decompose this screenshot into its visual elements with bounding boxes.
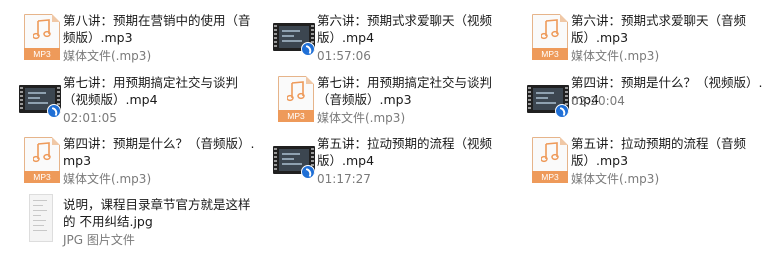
file-type: 媒体文件(.mp3) xyxy=(571,172,660,186)
mp3-file-icon: MP3 xyxy=(17,10,65,62)
mp3-label: MP3 xyxy=(532,48,568,60)
file-type: 媒体文件(.mp3) xyxy=(63,172,152,186)
file-name: 第五讲：拉动预期的流程（音频版）.mp3 xyxy=(571,136,747,168)
file-item[interactable]: 说明，课程目录章节官方就是这样的 不用纠结.jpg JPG 图片文件 xyxy=(17,194,257,250)
file-item[interactable]: MP3 第五讲：拉动预期的流程（音频版）.mp3 媒体文件(.mp3) xyxy=(525,133,765,189)
file-type: 媒体文件(.mp3) xyxy=(317,111,406,125)
mp3-file-icon: MP3 xyxy=(17,133,65,185)
file-item[interactable]: MP3 第四讲：预期是什么？（音频版）.mp3 媒体文件(.mp3) xyxy=(17,133,257,189)
file-name: 第六讲：预期式求爱聊天（音频版）.mp3 xyxy=(571,13,747,45)
file-name: 第五讲：拉动预期的流程（视频版）.mp4 xyxy=(317,136,493,168)
sync-icon xyxy=(555,104,569,118)
sync-icon xyxy=(301,165,315,179)
file-name: 说明，课程目录章节官方就是这样的 不用纠结.jpg xyxy=(63,197,251,229)
video-file-icon xyxy=(271,10,319,62)
file-type: JPG 图片文件 xyxy=(63,233,135,247)
file-item[interactable]: MP3 第八讲：预期在营销中的使用（音频版）.mp3 媒体文件(.mp3) xyxy=(17,10,257,66)
sync-icon xyxy=(301,42,315,56)
file-name: 第四讲：预期是什么？（音频版）.mp3 xyxy=(63,136,255,168)
file-duration: 02:20:04 xyxy=(571,94,625,108)
file-type: 媒体文件(.mp3) xyxy=(63,49,152,63)
file-name: 第七讲：用预期搞定社交与谈判（视频版）.mp4 xyxy=(63,75,239,107)
file-item[interactable]: MP3 第七讲：用预期搞定社交与谈判（音频版）.mp3 媒体文件(.mp3) xyxy=(271,72,511,128)
file-item[interactable]: MP3 第六讲：预期式求爱聊天（音频版）.mp3 媒体文件(.mp3) xyxy=(525,10,765,66)
sync-icon xyxy=(47,104,61,118)
mp3-file-icon: MP3 xyxy=(525,133,573,185)
file-name: 第七讲：用预期搞定社交与谈判（音频版）.mp3 xyxy=(317,75,493,107)
mp3-label: MP3 xyxy=(532,171,568,183)
mp3-file-icon: MP3 xyxy=(271,72,319,124)
video-file-icon xyxy=(271,133,319,185)
mp3-label: MP3 xyxy=(24,48,60,60)
mp3-file-icon: MP3 xyxy=(525,10,573,62)
file-name: 第八讲：预期在营销中的使用（音频版）.mp3 xyxy=(63,13,251,45)
video-file-icon xyxy=(17,72,65,124)
mp3-label: MP3 xyxy=(278,110,314,122)
file-item[interactable]: 第六讲：预期式求爱聊天（视频版）.mp4 01:57:06 xyxy=(271,10,511,66)
image-file-icon xyxy=(17,194,65,246)
file-duration: 02:01:05 xyxy=(63,111,117,125)
file-item[interactable]: 第四讲：预期是什么？（视频版）.mp4 02:20:04 xyxy=(525,72,765,128)
file-type: 媒体文件(.mp3) xyxy=(571,49,660,63)
file-item[interactable]: 第五讲：拉动预期的流程（视频版）.mp4 01:17:27 xyxy=(271,133,511,189)
mp3-label: MP3 xyxy=(24,171,60,183)
file-duration: 01:17:27 xyxy=(317,172,371,186)
file-name: 第六讲：预期式求爱聊天（视频版）.mp4 xyxy=(317,13,493,45)
video-file-icon xyxy=(525,72,573,124)
file-item[interactable]: 第七讲：用预期搞定社交与谈判（视频版）.mp4 02:01:05 xyxy=(17,72,257,128)
file-duration: 01:57:06 xyxy=(317,49,371,63)
